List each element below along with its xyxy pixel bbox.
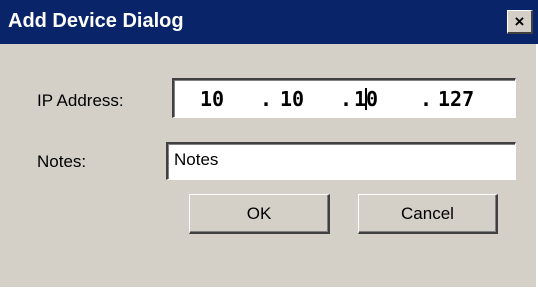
cancel-button-label: Cancel — [401, 203, 454, 223]
notes-input[interactable]: Notes — [166, 142, 516, 180]
window-title: Add Device Dialog — [8, 10, 184, 32]
ip-octet-1[interactable]: 10 — [200, 88, 224, 110]
close-icon: × — [514, 12, 525, 31]
add-device-dialog: Add Device Dialog × IP Address: 10 . 10 … — [0, 0, 538, 287]
ip-dot-3: . — [420, 87, 433, 111]
notes-label: Notes: — [37, 152, 87, 171]
text-caret — [365, 88, 367, 110]
ok-button[interactable]: OK — [189, 194, 330, 234]
ok-button-label: OK — [246, 203, 272, 223]
ip-address-label: IP Address: — [37, 91, 124, 110]
close-button[interactable]: × — [507, 10, 533, 34]
ip-dot-1: . — [260, 87, 273, 111]
title-bar[interactable]: Add Device Dialog × — [0, 0, 538, 44]
ip-octet-2[interactable]: 10 — [280, 88, 304, 110]
cancel-button[interactable]: Cancel — [358, 194, 498, 234]
ip-dot-2: . — [340, 87, 353, 111]
ip-octet-4[interactable]: 127 — [438, 88, 474, 110]
ip-address-field[interactable]: 10 . 10 . 10 . 127 — [172, 78, 516, 118]
